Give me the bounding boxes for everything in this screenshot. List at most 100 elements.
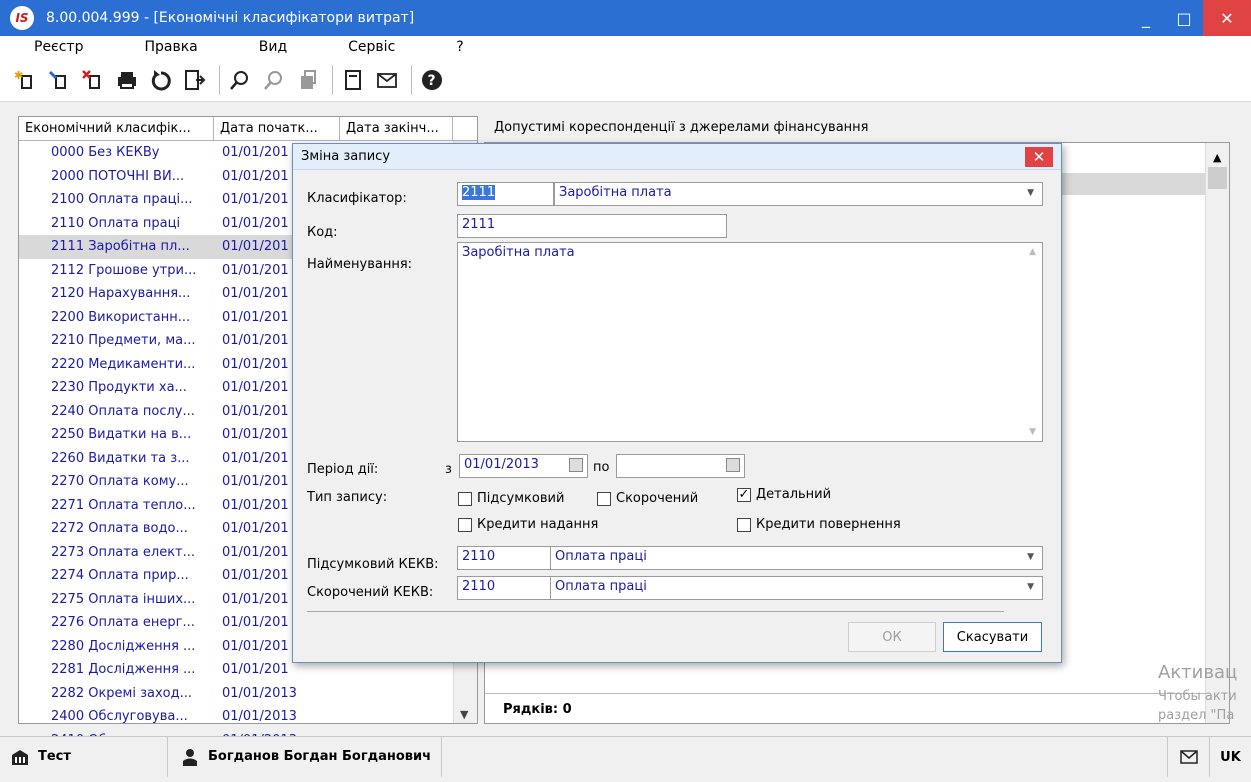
period-from-field[interactable]: 01/01/2013 <box>459 454 588 478</box>
checkbox-credit-grant[interactable]: Кредити надання <box>458 517 598 532</box>
classifier-cell: 2230 Продукти ха... <box>51 380 187 396</box>
column-header-classifier[interactable]: Економічний класифік... <box>19 117 214 140</box>
close-window-button[interactable]: ✕ <box>1203 0 1251 36</box>
refresh-icon <box>151 69 171 90</box>
svg-text:✱: ✱ <box>14 69 23 82</box>
scroll-up-icon[interactable]: ▲ <box>1029 247 1036 257</box>
menu-item-edit[interactable]: Правка <box>110 39 224 55</box>
attach-icon <box>301 69 316 89</box>
filter-icon <box>264 70 282 90</box>
menu-bar: Реєстр Правка Вид Сервіс ? <box>0 36 1251 58</box>
dropdown-arrow-icon[interactable]: ▼ <box>1027 582 1034 592</box>
classifier-cell: 2270 Оплата кому... <box>51 474 189 490</box>
menu-item-help[interactable]: ? <box>422 39 490 55</box>
maximize-button[interactable]: □ <box>1165 0 1203 36</box>
search-button[interactable] <box>225 65 255 95</box>
column-header-end-date[interactable]: Дата закінч... <box>340 117 453 140</box>
classifier-cell: 2111 Заробітна пл... <box>51 239 190 255</box>
edit-record-dialog: Зміна запису ✕ Класифікатор: 2111 Заробі… <box>292 143 1062 663</box>
correspondence-scrollbar[interactable]: ▲ <box>1205 143 1229 723</box>
short-kekv-name: Оплата праці <box>555 579 647 594</box>
start-date-cell: 01/01/2013 <box>222 709 297 725</box>
create-button[interactable]: ✱ <box>10 65 40 95</box>
scroll-thumb[interactable] <box>1208 167 1227 189</box>
company-cell[interactable]: Тест <box>0 736 168 777</box>
checkbox-credit-return[interactable]: Кредити повернення <box>737 517 901 532</box>
mail-icon <box>377 72 397 88</box>
name-textarea[interactable]: Заробітна плата ▲ ▼ <box>457 242 1043 442</box>
classifier-cell: 2273 Оплата елект... <box>51 544 196 560</box>
summary-kekv-name: Оплата праці <box>555 549 647 564</box>
help-button[interactable]: ? <box>417 65 447 95</box>
dropdown-arrow-icon[interactable]: ▼ <box>1027 188 1034 198</box>
period-from-prefix: з <box>445 462 452 477</box>
correspondence-title: Допустимі кореспонденції з джерелами фін… <box>494 120 869 135</box>
export-button[interactable] <box>180 65 210 95</box>
filter-button[interactable] <box>259 65 289 95</box>
print-button[interactable] <box>112 65 142 95</box>
checkbox-summary[interactable]: Підсумковий <box>458 491 564 506</box>
rows-count: Рядків: 0 <box>485 693 1207 723</box>
code-field[interactable]: 2111 <box>457 214 727 238</box>
ok-button[interactable]: ОК <box>848 622 936 652</box>
dialog-close-button[interactable]: ✕ <box>1025 147 1053 167</box>
menu-item-registry[interactable]: Реєстр <box>0 39 110 55</box>
minimize-button[interactable]: _ <box>1127 0 1165 36</box>
attach-button[interactable] <box>293 65 323 95</box>
user-name: Богданов Богдан Богданович <box>208 749 432 764</box>
scroll-down-icon[interactable]: ▼ <box>1029 427 1036 437</box>
refresh-button[interactable] <box>146 65 176 95</box>
start-date-cell: 01/01/201 <box>222 662 289 678</box>
grid-header: Економічний класифік... Дата початк... Д… <box>19 117 477 141</box>
dialog-title-bar: Зміна запису <box>293 144 1061 170</box>
checkmark-icon[interactable]: ✓ <box>737 487 751 502</box>
calendar-icon[interactable] <box>569 458 583 472</box>
checkbox-detailed[interactable]: ✓ Детальний <box>737 487 831 502</box>
table-row[interactable]: 2400 Обслуговува... 01/01/2013 <box>19 705 453 729</box>
dropdown-arrow-icon[interactable]: ▼ <box>1027 552 1034 562</box>
classifier-cell: 2220 Медикаменти... <box>51 356 196 372</box>
form-button[interactable] <box>338 65 368 95</box>
cancel-button[interactable]: Скасувати <box>943 622 1042 652</box>
menu-item-service[interactable]: Сервіс <box>314 39 422 55</box>
copy-button[interactable] <box>44 65 74 95</box>
classifier-cell: 2240 Оплата послу... <box>51 403 195 419</box>
checkbox-label: Підсумковий <box>477 491 565 506</box>
classifier-code-field[interactable]: 2111 <box>457 182 554 206</box>
toolbar-separator <box>332 64 333 95</box>
scroll-down-icon[interactable]: ▼ <box>460 708 468 721</box>
summary-kekv-code-field[interactable]: 2110 <box>457 546 554 570</box>
classifier-name-combo[interactable]: Заробітна плата ▼ <box>554 182 1043 206</box>
user-cell[interactable]: Богданов Богдан Богданович <box>168 736 443 777</box>
checkbox-box[interactable] <box>458 517 472 532</box>
classifier-cell: 2274 Оплата прир... <box>51 568 189 584</box>
mail-icon <box>1179 750 1198 764</box>
short-kekv-label: Скорочений КЕКВ: <box>307 585 434 600</box>
classifier-cell: 2400 Обслуговува... <box>51 709 188 725</box>
checkbox-box[interactable] <box>597 491 611 506</box>
form-icon <box>345 69 361 90</box>
scroll-up-icon[interactable]: ▲ <box>1213 151 1221 164</box>
app-logo: IS <box>10 6 34 30</box>
checkbox-box[interactable] <box>458 491 472 506</box>
classifier-cell: 2275 Оплата інших... <box>51 591 196 607</box>
short-kekv-code-field[interactable]: 2110 <box>457 576 554 600</box>
messages-button[interactable] <box>1167 737 1209 777</box>
column-header-start-date[interactable]: Дата початк... <box>214 117 340 140</box>
mail-button[interactable] <box>372 65 402 95</box>
short-kekv-combo[interactable]: Оплата праці ▼ <box>550 576 1043 600</box>
summary-kekv-combo[interactable]: Оплата праці ▼ <box>550 546 1043 570</box>
menu-item-view[interactable]: Вид <box>225 39 314 55</box>
language-indicator[interactable]: UK <box>1209 737 1251 777</box>
user-icon <box>183 748 197 766</box>
delete-button[interactable] <box>78 65 108 95</box>
period-to-field[interactable] <box>616 454 745 478</box>
checkbox-short[interactable]: Скорочений <box>597 491 698 506</box>
toolbar-separator <box>411 64 412 95</box>
building-icon <box>12 749 28 765</box>
calendar-icon[interactable] <box>726 458 740 472</box>
classifier-label: Класифікатор: <box>307 191 407 206</box>
checkbox-box[interactable] <box>737 517 751 532</box>
print-icon <box>118 71 136 89</box>
table-row[interactable]: 2282 Окремі заход... 01/01/2013 <box>19 682 453 706</box>
